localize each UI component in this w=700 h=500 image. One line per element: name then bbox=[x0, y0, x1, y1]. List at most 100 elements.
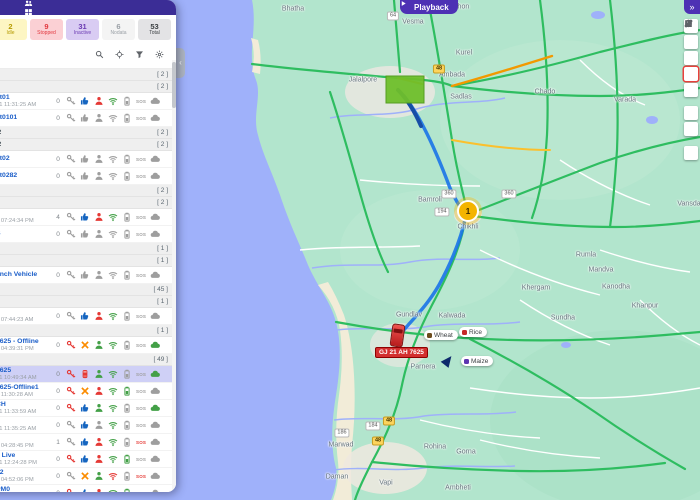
group-header-row[interactable]: 4 [ 2 ] bbox=[0, 185, 176, 197]
battery-icon[interactable] bbox=[122, 454, 132, 464]
vehicle-name-link[interactable]: st0282 bbox=[0, 172, 54, 180]
vehicle-row[interactable]: st0101 0 SOS bbox=[0, 110, 176, 127]
group-header-row[interactable]: [ 1 ] bbox=[0, 296, 176, 308]
vehicle-name-link[interactable]: st02 bbox=[0, 155, 54, 163]
gps-signal-icon[interactable] bbox=[108, 437, 118, 447]
vehicle-status-icon[interactable] bbox=[80, 113, 90, 123]
sos-label[interactable]: SOS bbox=[136, 116, 146, 121]
sos-label[interactable]: SOS bbox=[136, 440, 146, 445]
driver-icon[interactable] bbox=[94, 471, 104, 481]
battery-icon[interactable] bbox=[122, 403, 132, 413]
sos-label[interactable]: SOS bbox=[136, 215, 146, 220]
server-status-icon[interactable] bbox=[150, 154, 160, 164]
server-status-icon[interactable] bbox=[150, 212, 160, 222]
ignition-key-icon[interactable] bbox=[66, 369, 76, 379]
gps-signal-icon[interactable] bbox=[108, 454, 118, 464]
battery-icon[interactable] bbox=[122, 229, 132, 239]
driver-icon[interactable] bbox=[94, 96, 104, 106]
vehicle-name-link[interactable]: PM0 bbox=[0, 486, 54, 492]
sos-label[interactable]: SOS bbox=[136, 423, 146, 428]
server-status-icon[interactable] bbox=[150, 386, 160, 396]
driver-icon[interactable] bbox=[94, 171, 104, 181]
vehicle-status-icon[interactable] bbox=[80, 369, 90, 379]
group-header-row[interactable]: r [ 1 ] bbox=[0, 243, 176, 255]
vehicle-name-link[interactable]: st0101 bbox=[0, 114, 54, 122]
battery-icon[interactable] bbox=[122, 369, 132, 379]
sos-label[interactable]: SOS bbox=[136, 474, 146, 479]
vehicle-status-icon[interactable] bbox=[80, 386, 90, 396]
server-status-icon[interactable] bbox=[150, 420, 160, 430]
battery-icon[interactable] bbox=[122, 386, 132, 396]
vehicle-status-icon[interactable] bbox=[80, 154, 90, 164]
vehicle-name-link[interactable]: e Live bbox=[0, 452, 54, 460]
scrollbar-thumb[interactable] bbox=[172, 62, 176, 108]
group-header-row[interactable]: 02 [ 2 ] bbox=[0, 127, 176, 139]
ignition-key-icon[interactable] bbox=[66, 471, 76, 481]
vehicle-plate-label[interactable]: GJ 21 AH 7625 bbox=[375, 347, 428, 358]
server-status-icon[interactable] bbox=[150, 340, 160, 350]
vehicle-name-link[interactable]: S bbox=[0, 230, 54, 238]
vehicle-row[interactable]: st0282 0 SOS bbox=[0, 168, 176, 185]
sos-label[interactable]: SOS bbox=[136, 406, 146, 411]
vehicle-name-link[interactable]: 7625 - Offline bbox=[0, 338, 54, 346]
sos-label[interactable]: SOS bbox=[136, 389, 146, 394]
sos-label[interactable]: SOS bbox=[136, 174, 146, 179]
server-status-icon[interactable] bbox=[150, 113, 160, 123]
vehicle-row[interactable]: 7625 21 10:49:34 AM 0 SOS bbox=[0, 366, 176, 383]
vehicle-row[interactable]: anch Vehicle 0 SOS bbox=[0, 267, 176, 284]
sos-label[interactable]: SOS bbox=[136, 491, 146, 493]
playback-button[interactable]: Playback bbox=[400, 0, 458, 14]
sos-label[interactable]: SOS bbox=[136, 99, 146, 104]
sos-label[interactable]: SOS bbox=[136, 314, 146, 319]
driver-icon[interactable] bbox=[94, 403, 104, 413]
sos-label[interactable]: SOS bbox=[136, 343, 146, 348]
driver-icon[interactable] bbox=[94, 229, 104, 239]
driver-icon[interactable] bbox=[94, 270, 104, 280]
vehicle-row[interactable]: 02 0 04:52:06 PM 0 SOS bbox=[0, 468, 176, 485]
group-header-row[interactable]: 1 [ 2 ] bbox=[0, 81, 176, 93]
crop-label-chip[interactable]: Maize bbox=[461, 356, 493, 366]
battery-icon[interactable] bbox=[122, 437, 132, 447]
vehicle-name-link[interactable]: z bbox=[0, 210, 54, 218]
vehicle-row[interactable]: PM0 0 06:12:11 PM 0 SOS bbox=[0, 485, 176, 492]
dashboard-grid-icon[interactable] bbox=[24, 8, 33, 17]
search-icon[interactable] bbox=[95, 46, 104, 64]
battery-icon[interactable] bbox=[122, 311, 132, 321]
ignition-key-icon[interactable] bbox=[66, 437, 76, 447]
gps-signal-icon[interactable] bbox=[108, 340, 118, 350]
vehicle-status-icon[interactable] bbox=[80, 96, 90, 106]
gps-signal-icon[interactable] bbox=[108, 229, 118, 239]
vehicle-row[interactable]: e Live 21 12:24:28 PM 0 SOS bbox=[0, 451, 176, 468]
fullscreen-button[interactable] bbox=[684, 146, 698, 160]
ignition-key-icon[interactable] bbox=[66, 420, 76, 430]
vehicle-row[interactable]: CH 21 11:33:59 AM 0 SOS bbox=[0, 400, 176, 417]
vehicle-status-icon[interactable] bbox=[80, 454, 90, 464]
ignition-key-icon[interactable] bbox=[66, 340, 76, 350]
filter-icon[interactable] bbox=[135, 46, 144, 64]
server-status-icon[interactable] bbox=[150, 171, 160, 181]
vehicle-status-icon[interactable] bbox=[80, 171, 90, 181]
battery-icon[interactable] bbox=[122, 471, 132, 481]
vehicle-row[interactable]: S 0 SOS bbox=[0, 226, 176, 243]
draw-button[interactable] bbox=[684, 83, 698, 97]
battery-icon[interactable] bbox=[122, 96, 132, 106]
vehicle-status-icon[interactable] bbox=[80, 488, 90, 492]
driver-icon[interactable] bbox=[94, 488, 104, 492]
vehicle-row[interactable]: st02 0 SOS bbox=[0, 151, 176, 168]
vehicle-row[interactable]: st01 21 11:31:25 AM 0 SOS bbox=[0, 93, 176, 110]
vehicle-status-icon[interactable] bbox=[80, 270, 90, 280]
crop-label-chip[interactable]: Wheat bbox=[424, 330, 458, 340]
status-tab[interactable]: 6 Nodata bbox=[102, 19, 135, 40]
driver-icon[interactable] bbox=[94, 454, 104, 464]
collapse-panel-button[interactable]: ‹ bbox=[176, 48, 185, 78]
driver-icon[interactable] bbox=[94, 311, 104, 321]
server-status-icon[interactable] bbox=[150, 229, 160, 239]
gps-signal-icon[interactable] bbox=[108, 113, 118, 123]
sos-label[interactable]: SOS bbox=[136, 232, 146, 237]
vehicle-name-link[interactable]: 1 bbox=[0, 418, 54, 426]
group-header-row[interactable]: [ 1 ] bbox=[0, 325, 176, 337]
vehicle-row[interactable]: 7625 - Offline 0 04:39:31 PM 0 SOS bbox=[0, 337, 176, 354]
server-status-icon[interactable] bbox=[150, 403, 160, 413]
server-status-icon[interactable] bbox=[150, 471, 160, 481]
vehicle-status-icon[interactable] bbox=[80, 420, 90, 430]
